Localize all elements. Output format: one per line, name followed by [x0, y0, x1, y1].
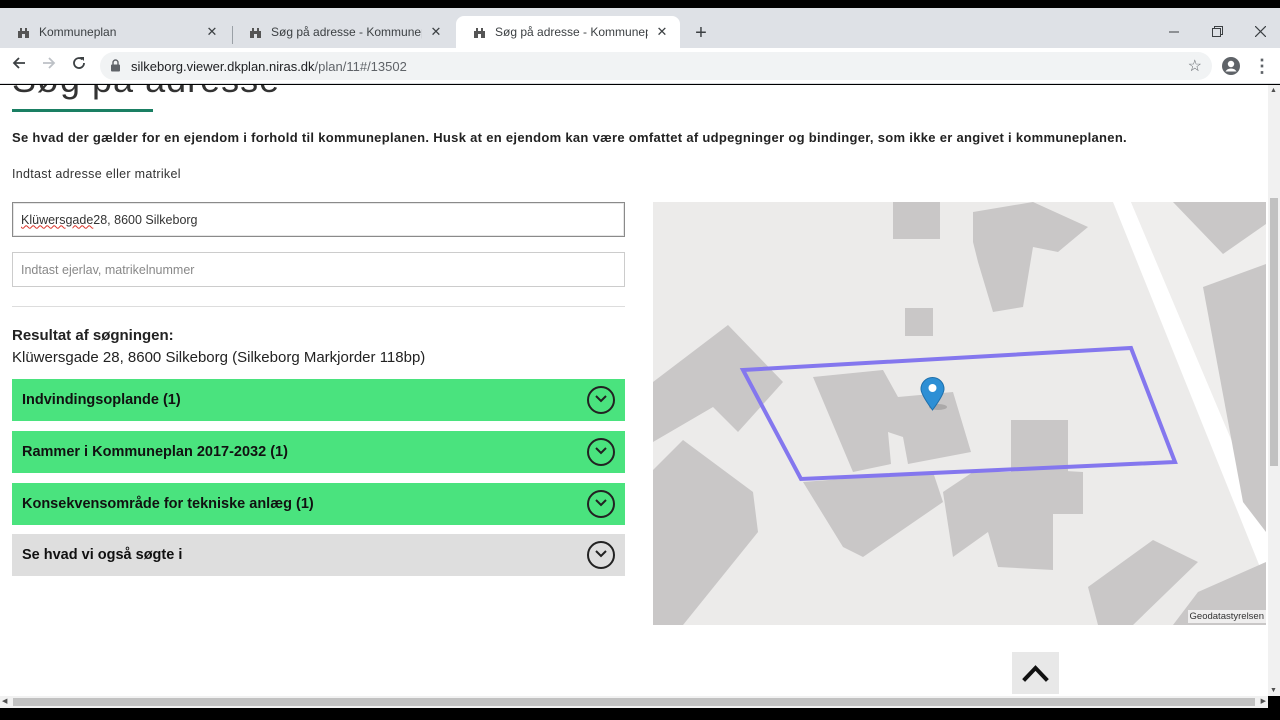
result-address: Klüwersgade 28, 8600 Silkeborg (Silkebor…: [12, 349, 426, 366]
close-tab-icon[interactable]: ✕: [428, 24, 444, 40]
scroll-to-top-button[interactable]: [1012, 652, 1059, 694]
heading-underline: [12, 109, 153, 112]
lock-icon[interactable]: [110, 59, 121, 77]
url-path: /plan/11#/13502: [314, 59, 407, 74]
horizontal-scrollbar[interactable]: ◀ ▶: [0, 696, 1268, 708]
chevron-up-icon: [1022, 665, 1049, 682]
scroll-up-arrow-icon[interactable]: ▲: [1270, 87, 1277, 94]
scroll-right-arrow-icon[interactable]: ▶: [1261, 697, 1266, 705]
vertical-scrollbar[interactable]: ▲ ▼: [1268, 85, 1280, 696]
accordion-se-hvad-vi-ogsaa-soegte-i[interactable]: Se hvad vi også søgte i: [12, 534, 625, 576]
chevron-down-icon[interactable]: [587, 386, 615, 414]
window-top-edge: [0, 0, 1280, 8]
minimize-icon[interactable]: [1163, 22, 1185, 42]
address-input-street: Klüwersgade: [21, 212, 94, 227]
vertical-scroll-thumb[interactable]: [1270, 198, 1278, 466]
tab-title: Kommuneplan: [39, 25, 117, 39]
matrikel-input-placeholder: Indtast ejerlav, matrikelnummer: [21, 262, 195, 277]
profile-avatar-icon[interactable]: [1221, 56, 1241, 76]
address-bar[interactable]: silkeborg.viewer.dkplan.niras.dk/plan/11…: [100, 52, 1212, 80]
scroll-left-arrow-icon[interactable]: ◀: [2, 697, 7, 705]
browser-menu-icon[interactable]: ⋮: [1253, 54, 1271, 78]
accordion-konsekvensomraade[interactable]: Konsekvensområde for tekniske anlæg (1): [12, 483, 625, 525]
map-canvas[interactable]: [653, 202, 1266, 625]
window-bottom-edge: [0, 708, 1280, 720]
accordion-indvindingsoplande[interactable]: Indvindingsoplande (1): [12, 379, 625, 421]
matrikel-input[interactable]: Indtast ejerlav, matrikelnummer: [12, 252, 625, 287]
scroll-down-arrow-icon[interactable]: ▼: [1270, 687, 1277, 694]
chevron-down-icon[interactable]: [587, 438, 615, 466]
tab-title: Søg på adresse - Kommuneplan: [495, 25, 648, 39]
bookmark-star-icon[interactable]: ☆: [1188, 56, 1202, 76]
accordion-rammer[interactable]: Rammer i Kommuneplan 2017-2032 (1): [12, 431, 625, 473]
property-map[interactable]: Geodatastyrelsen: [653, 202, 1266, 625]
back-arrow-icon[interactable]: [7, 54, 31, 78]
close-window-icon[interactable]: [1249, 22, 1271, 42]
form-divider: [12, 306, 625, 307]
address-input-rest: 28, 8600 Silkeborg: [93, 212, 198, 227]
tab-kommuneplan[interactable]: Kommuneplan ✕: [0, 16, 230, 48]
intro-text: Se hvad der gælder for en ejendom i forh…: [12, 130, 1127, 145]
tab-sog-adresse-2[interactable]: Søg på adresse - Kommuneplan ✕: [456, 16, 680, 48]
close-tab-icon[interactable]: ✕: [204, 24, 220, 40]
reload-icon[interactable]: [67, 54, 91, 78]
accordion-label: Konsekvensområde for tekniske anlæg (1): [22, 496, 314, 512]
result-title: Resultat af søgningen:: [12, 327, 174, 344]
page-viewport: Søg på adresse Se hvad der gælder for en…: [0, 85, 1268, 696]
kommune-favicon-icon: [16, 25, 30, 39]
url-host: silkeborg.viewer.dkplan.niras.dk: [131, 59, 315, 74]
chevron-down-icon[interactable]: [587, 490, 615, 518]
address-field-label: Indtast adresse eller matrikel: [12, 167, 181, 181]
horizontal-scroll-thumb[interactable]: [13, 698, 1255, 706]
close-tab-icon[interactable]: ✕: [654, 24, 670, 40]
new-tab-button[interactable]: +: [690, 22, 712, 44]
url-text: silkeborg.viewer.dkplan.niras.dk/plan/11…: [131, 59, 407, 74]
tab-bar: Kommuneplan ✕ Søg på adresse - Kommunepl…: [0, 8, 1280, 48]
accordion-label: Rammer i Kommuneplan 2017-2032 (1): [22, 444, 288, 460]
tab-sog-adresse-1[interactable]: Søg på adresse - Kommuneplan ✕: [232, 16, 454, 48]
accordion-label: Se hvad vi også søgte i: [22, 547, 183, 563]
map-attribution[interactable]: Geodatastyrelsen: [1187, 610, 1266, 623]
tab-title: Søg på adresse - Kommuneplan: [271, 25, 422, 39]
address-search-input[interactable]: Klüwersgade 28, 8600 Silkeborg: [12, 202, 625, 237]
browser-toolbar: silkeborg.viewer.dkplan.niras.dk/plan/11…: [0, 48, 1280, 84]
forward-arrow-icon[interactable]: [37, 54, 61, 78]
page-title: Søg på adresse: [12, 85, 280, 101]
accordion-label: Indvindingsoplande (1): [22, 392, 181, 408]
kommune-favicon-icon: [248, 25, 262, 39]
chevron-down-icon[interactable]: [587, 541, 615, 569]
restore-icon[interactable]: [1206, 22, 1228, 42]
kommune-favicon-icon: [472, 25, 486, 39]
